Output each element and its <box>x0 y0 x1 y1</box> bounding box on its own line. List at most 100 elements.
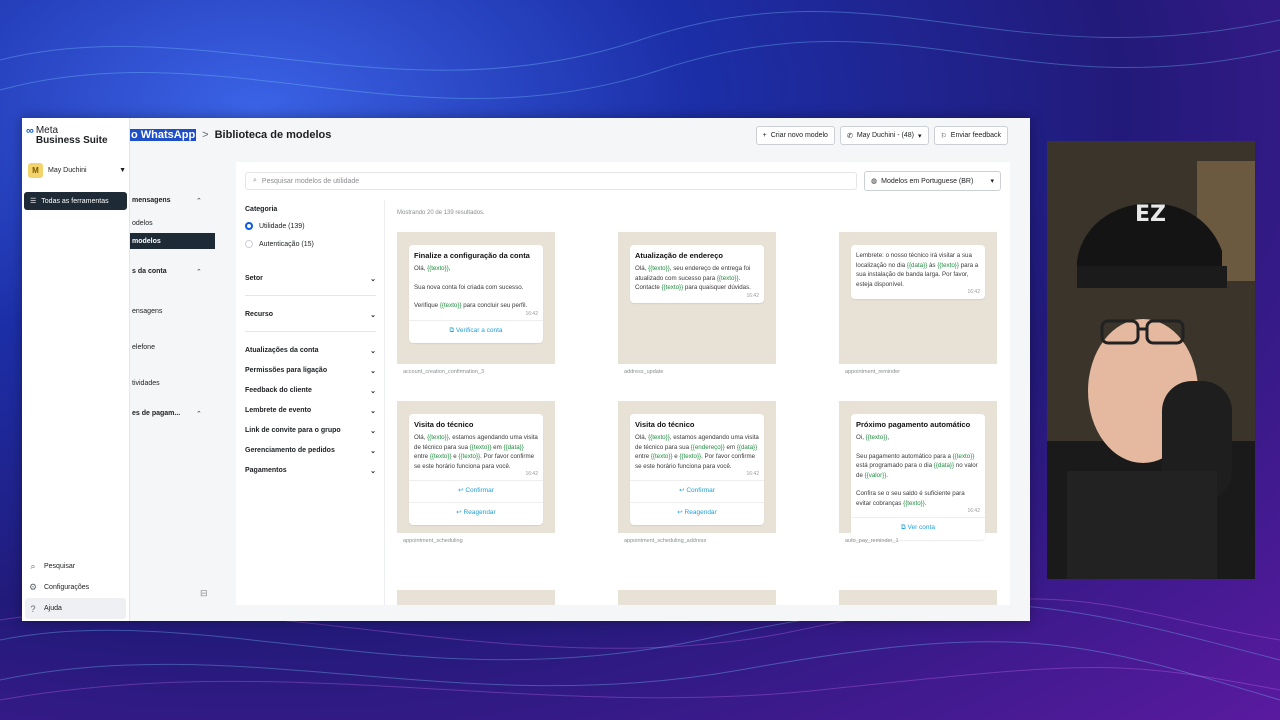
search-icon: ⌕ <box>253 177 257 184</box>
whatsapp-preview: Próximo pagamento automático Oi, {{texto… <box>839 401 997 540</box>
filter-section-label: Setor <box>245 275 263 282</box>
message-bubble: Visita do técnico Olá, {{texto}}, estamo… <box>409 414 543 525</box>
search-placeholder: Pesquisar modelos de utilidade <box>261 177 360 185</box>
filter-section-label: Atualizações da conta <box>245 347 319 354</box>
confirm-action[interactable]: ↩ Confirmar <box>409 480 543 499</box>
filter-section-label: Gerenciamento de pedidos <box>245 447 335 454</box>
filter-section-customer-feedback[interactable]: Feedback do cliente ⌄ <box>245 387 376 395</box>
subnav-item-templates[interactable]: odelos <box>132 220 153 227</box>
action-label: Verificar a conta <box>455 326 503 334</box>
chevron-up-icon[interactable]: ⌃ <box>196 268 202 276</box>
caret-down-icon: ▾ <box>918 132 922 140</box>
message-time: 16:42 <box>525 310 538 317</box>
message-bubble: Finalize a configuração da conta Olá, {{… <box>409 245 543 343</box>
message-line: Olá, {{texto}}, <box>414 265 451 272</box>
template-name: appointment_scheduling_address <box>624 538 707 544</box>
sidebar-item-settings[interactable]: ⚙ Configurações <box>28 577 126 598</box>
message-bubble: Próximo pagamento automático Oi, {{texto… <box>851 414 985 540</box>
gear-icon: ⚙ <box>28 582 38 592</box>
breadcrumb-parent[interactable]: o WhatsApp <box>130 129 197 141</box>
chevron-down-icon: ⌄ <box>370 348 376 355</box>
template-card[interactable] <box>618 590 776 605</box>
collapse-panel-icon[interactable]: ⊟ <box>200 588 208 599</box>
chevron-down-icon: ⌄ <box>370 448 376 455</box>
create-template-button[interactable]: + Criar novo modelo <box>755 126 835 145</box>
template-card[interactable] <box>839 590 997 605</box>
chevron-up-icon[interactable]: ⌃ <box>196 410 202 418</box>
message-line: Olá, {{texto}}, seu endereço de entrega … <box>635 265 751 291</box>
sidebar-item-label: Pesquisar <box>44 563 76 570</box>
message-bubble: Lembrete: o nosso técnico irá visitar a … <box>851 245 985 299</box>
language-select-value: Modelos em Portuguese (BR) <box>881 177 974 185</box>
filter-section-payments[interactable]: Pagamentos ⌄ <box>245 467 376 475</box>
filter-section-call-permissions[interactable]: Permissões para ligação ⌄ <box>245 367 376 375</box>
language-select[interactable]: ◍ Modelos em Portuguese (BR) ▾ <box>864 171 1001 191</box>
sidebar-item-help[interactable]: ? Ajuda <box>25 598 126 619</box>
view-account-action[interactable]: ⧉ Ver conta <box>851 517 985 536</box>
subnav-section-account[interactable]: s da conta <box>132 268 167 275</box>
category-option-label: Autenticação (15) <box>259 240 314 248</box>
subnav-item-messages[interactable]: ensagens <box>132 308 162 315</box>
help-icon: ? <box>30 603 36 614</box>
filter-section-event-reminder[interactable]: Lembrete de evento ⌄ <box>245 407 376 415</box>
verify-account-action[interactable]: ⧉ Verificar a conta <box>409 319 543 339</box>
template-name: address_update <box>624 369 664 375</box>
send-feedback-button[interactable]: ⚐ Enviar feedback <box>933 126 1008 145</box>
chevron-down-icon: ⌄ <box>370 408 376 415</box>
reschedule-action[interactable]: ↩ Reagendar <box>630 502 764 521</box>
template-card[interactable]: Próximo pagamento automático Oi, {{texto… <box>839 401 997 555</box>
whatsapp-account-button[interactable]: ✆ May Duchini - (48) ▾ <box>839 126 929 145</box>
reschedule-action[interactable]: ↩ Reagendar <box>409 502 543 521</box>
whatsapp-account-label: May Duchini - (48) <box>856 132 914 139</box>
whatsapp-preview: Lembrete: o nosso técnico irá visitar a … <box>839 232 997 364</box>
filter-section-label: Lembrete de evento <box>245 407 312 414</box>
whatsapp-preview <box>618 590 776 605</box>
whatsapp-icon: ✆ <box>846 132 853 140</box>
template-title: Próximo pagamento automático <box>856 420 971 429</box>
subnav-section-messages[interactable]: mensagens <box>132 197 171 204</box>
chevron-up-icon[interactable]: ⌃ <box>196 197 202 205</box>
sidebar-item-search[interactable]: ⌕ Pesquisar <box>28 556 126 577</box>
account-name: May Duchini <box>48 166 87 174</box>
template-card[interactable]: Atualização de endereço Olá, {{texto}}, … <box>618 232 776 386</box>
meta-logo: ∞ Meta Business Suite <box>26 126 108 146</box>
message-line: Lembrete: o nosso técnico irá visitar a … <box>856 252 979 288</box>
filter-section-account-updates[interactable]: Atualizações da conta ⌄ <box>245 347 376 355</box>
filter-section-order-management[interactable]: Gerenciamento de pedidos ⌄ <box>245 447 376 455</box>
category-option-label: Utilidade (139) <box>259 222 305 230</box>
template-card[interactable]: Finalize a configuração da conta Olá, {{… <box>397 232 555 386</box>
template-name: account_creation_confirmation_3 <box>403 369 485 375</box>
filter-section-sector[interactable]: Setor ⌄ <box>245 275 376 296</box>
subnav-item-activities[interactable]: tividades <box>132 380 160 387</box>
breadcrumb-separator: > <box>202 129 209 141</box>
subnav-selected-label: modelos <box>132 237 161 245</box>
left-sidebar: ∞ Meta Business Suite M May Duchini ▼ ☰ … <box>22 118 130 621</box>
action-label: Confirmar <box>465 487 494 494</box>
radio-selected-icon <box>245 222 253 230</box>
subnav-section-payments[interactable]: es de pagam... <box>132 410 180 417</box>
template-card[interactable] <box>397 590 555 605</box>
filter-section-group-invite[interactable]: Link de convite para o grupo ⌄ <box>245 427 376 435</box>
category-option-utility[interactable]: Utilidade (139) <box>245 222 305 230</box>
search-input[interactable]: ⌕ Pesquisar modelos de utilidade <box>245 172 857 190</box>
chevron-down-icon: ⌄ <box>370 468 376 475</box>
all-tools-button[interactable]: ☰ Todas as ferramentas <box>24 192 127 210</box>
confirm-action[interactable]: ↩ Confirmar <box>630 480 764 499</box>
filter-section-resource[interactable]: Recurso ⌄ <box>245 311 376 332</box>
template-card[interactable]: Visita do técnico Olá, {{texto}}, estamo… <box>618 401 776 555</box>
template-library-panel: ⌕ Pesquisar modelos de utilidade ◍ Model… <box>236 162 1010 605</box>
template-card[interactable]: Visita do técnico Olá, {{texto}}, estamo… <box>397 401 555 555</box>
template-card[interactable]: Lembrete: o nosso técnico irá visitar a … <box>839 232 997 386</box>
whatsapp-preview: Visita do técnico Olá, {{texto}}, estamo… <box>618 401 776 533</box>
caret-down-icon: ▾ <box>990 178 994 185</box>
message-line: Olá, {{texto}}, estamos agendando uma vi… <box>635 434 759 470</box>
category-option-authentication[interactable]: Autenticação (15) <box>245 240 314 248</box>
template-title: Visita do técnico <box>635 420 695 429</box>
subnav-item-phone[interactable]: elefone <box>132 344 155 351</box>
action-label: Reagendar <box>463 509 496 516</box>
message-bubble: Atualização de endereço Olá, {{texto}}, … <box>630 245 764 303</box>
subnav-item-templates-selected[interactable]: modelos <box>130 233 215 249</box>
account-switcher[interactable]: M May Duchini ▼ <box>28 160 126 180</box>
create-template-label: Criar novo modelo <box>770 132 828 139</box>
message-line: Sua nova conta foi criada com sucesso. <box>414 283 524 291</box>
